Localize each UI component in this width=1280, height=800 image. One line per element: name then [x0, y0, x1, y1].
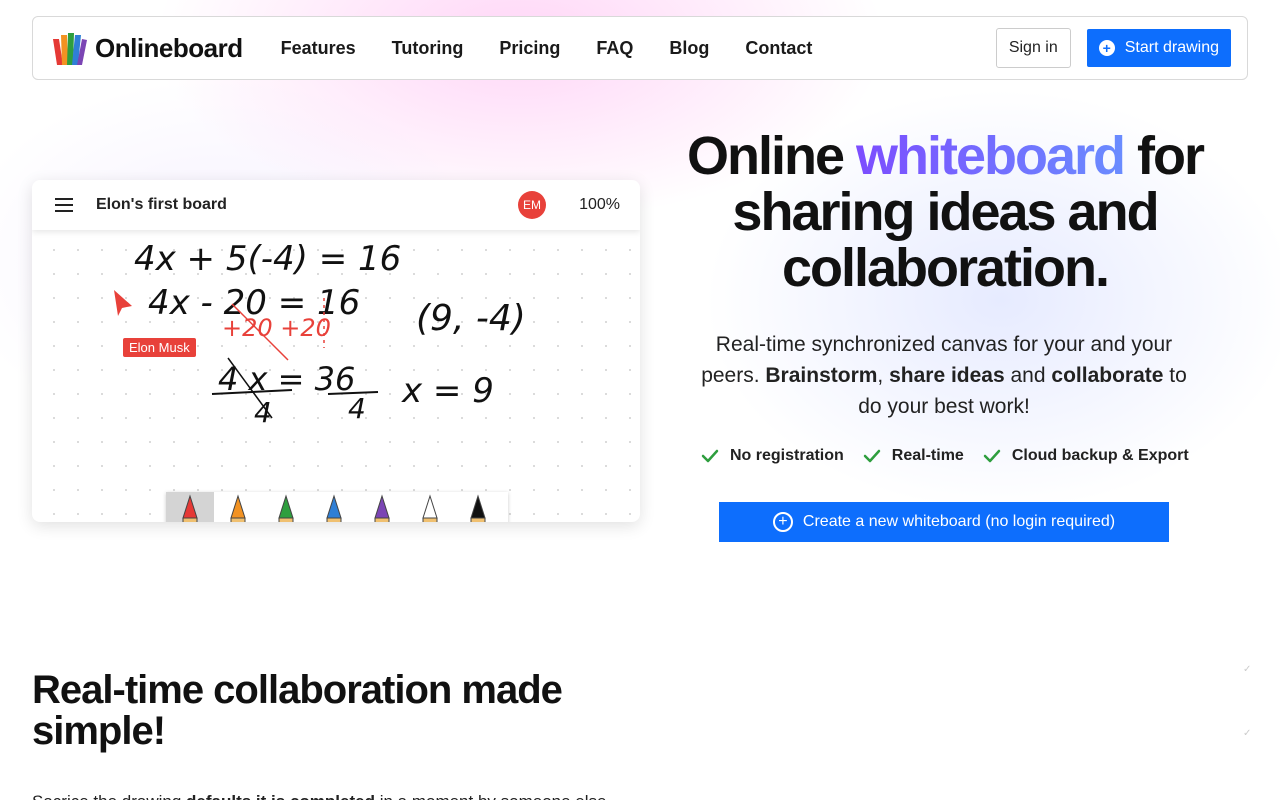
- hero-sub-text-2: and: [1004, 364, 1052, 387]
- hero-title-part1: Online: [686, 126, 856, 186]
- nav-actions: Sign in + Start drawing: [995, 28, 1231, 68]
- logo-text: Onlineboard: [95, 32, 243, 63]
- nav-link-faq[interactable]: FAQ: [596, 38, 633, 59]
- math-line-6: x = 9: [401, 371, 494, 411]
- hero-sub-bold-3: collaborate: [1051, 364, 1164, 387]
- menu-icon[interactable]: [55, 198, 73, 212]
- pen-blue-icon[interactable]: [310, 492, 358, 522]
- check-icon: [863, 449, 881, 463]
- decor-mark: ✓: [1243, 664, 1252, 675]
- create-whiteboard-label: Create a new whiteboard (no login requir…: [802, 513, 1116, 530]
- hero-sub-bold-2: share ideas: [889, 364, 1005, 387]
- start-drawing-button[interactable]: + Start drawing: [1086, 29, 1231, 67]
- hero-sub-bold-1: Brainstorm: [765, 364, 878, 387]
- section-text-bold: defaults it is completed: [186, 792, 375, 800]
- check-icon: [701, 449, 719, 463]
- remote-cursor-icon: [114, 290, 132, 316]
- drawing-canvas[interactable]: 4x + 5(-4) = 16 4x - 20 = 16 (9, -4) x =…: [32, 230, 640, 522]
- feature-item: No registration: [700, 446, 844, 466]
- math-line-3: +20 +20: [222, 314, 331, 342]
- pen-orange-icon[interactable]: [214, 492, 262, 522]
- hero-subtitle: Real-time synchronized canvas for your a…: [690, 329, 1198, 422]
- pen-green-icon[interactable]: [262, 492, 310, 522]
- feature-item: Real-time: [862, 446, 964, 466]
- start-drawing-label: Start drawing: [1124, 39, 1219, 56]
- avatar[interactable]: EM: [518, 191, 546, 219]
- demo-whiteboard: Elon's first board EM 100% 4x + 5(-4) = …: [32, 180, 640, 522]
- handwriting-drawing: 4x + 5(-4) = 16 4x - 20 = 16 (9, -4) x =…: [114, 239, 526, 429]
- pen-black-icon[interactable]: [454, 492, 502, 522]
- logo[interactable]: Onlineboard: [49, 31, 243, 65]
- board-title: Elon's first board: [96, 196, 227, 213]
- pen-white-icon[interactable]: [406, 492, 454, 522]
- nav-link-blog[interactable]: Blog: [669, 38, 709, 59]
- feature-label: No registration: [730, 447, 844, 464]
- pencils-logo-icon: [53, 33, 87, 65]
- nav-link-contact[interactable]: Contact: [745, 38, 812, 59]
- math-line-4: (9, -4): [416, 298, 526, 339]
- pen-red-icon[interactable]: [166, 492, 214, 522]
- section-text-2: in a moment by someone else: [375, 792, 607, 800]
- hero-title: Online whiteboard for sharing ideas and …: [660, 128, 1230, 296]
- feature-list: No registration Real-time Cloud backup &…: [700, 446, 1207, 466]
- nav-links: Features Tutoring Pricing FAQ Blog Conta…: [281, 38, 849, 59]
- hero-title-highlight: whiteboard: [856, 126, 1126, 186]
- math-line-5-den: 4: [254, 396, 272, 429]
- nav-link-tutoring[interactable]: Tutoring: [392, 38, 464, 59]
- feature-item: Cloud backup & Export: [982, 446, 1189, 466]
- hero-sub-sep: ,: [877, 364, 890, 387]
- feature-label: Real-time: [891, 447, 964, 464]
- section-text-1: Sacrice the drawing: [32, 792, 186, 800]
- cursor-user-label: Elon Musk: [123, 338, 196, 357]
- board-toolbar: Elon's first board EM 100%: [32, 180, 640, 230]
- plus-circle-icon: +: [1098, 40, 1115, 56]
- section-title: Real-time collaboration made simple!: [32, 668, 563, 753]
- section-text: Sacrice the drawing defaults it is compl…: [32, 792, 606, 800]
- create-whiteboard-button[interactable]: + Create a new whiteboard (no login requ…: [719, 502, 1169, 542]
- sign-in-button[interactable]: Sign in: [995, 28, 1071, 68]
- pen-purple-icon[interactable]: [358, 492, 406, 522]
- plus-circle-icon: +: [772, 512, 793, 532]
- nav-link-pricing[interactable]: Pricing: [499, 38, 560, 59]
- feature-label: Cloud backup & Export: [1011, 447, 1189, 464]
- svg-text:4: 4: [348, 392, 366, 425]
- nav-link-features[interactable]: Features: [281, 38, 356, 59]
- top-navbar: Onlineboard Features Tutoring Pricing FA…: [32, 16, 1248, 80]
- check-icon: [983, 449, 1001, 463]
- pen-palette: [166, 492, 508, 522]
- decor-mark: ✓: [1243, 728, 1252, 739]
- math-line-1: 4x + 5(-4) = 16: [134, 239, 401, 279]
- zoom-level[interactable]: 100%: [579, 196, 620, 214]
